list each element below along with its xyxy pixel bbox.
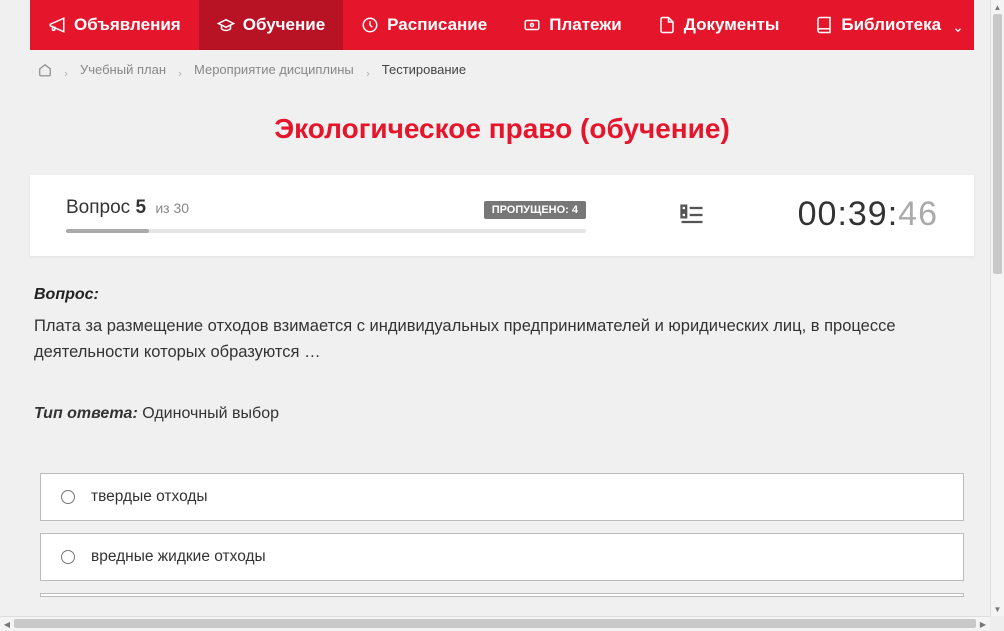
scroll-thumb[interactable] (14, 619, 976, 628)
scroll-down-arrow[interactable]: ▼ (991, 602, 1004, 616)
chevron-down-icon (953, 20, 963, 30)
nav-announcements[interactable]: Объявления (30, 0, 199, 50)
option-radio[interactable] (61, 490, 75, 504)
scroll-thumb[interactable] (993, 14, 1002, 274)
question-text: Плата за размещение отходов взимается с … (34, 314, 970, 365)
vertical-scrollbar[interactable]: ▲ ▼ (990, 0, 1004, 616)
scroll-up-arrow[interactable]: ▲ (991, 0, 1004, 14)
nav-label: Обучение (243, 15, 325, 35)
nav-label: Документы (684, 15, 780, 35)
question-counter: Вопрос 5 из 30 (66, 197, 189, 219)
option-text: вредные жидкие отходы (91, 548, 266, 566)
nav-payments[interactable]: Платежи (505, 0, 640, 50)
megaphone-icon (48, 16, 66, 34)
question-list-icon[interactable] (678, 201, 706, 229)
document-icon (658, 16, 676, 34)
main-nav: Объявления Обучение Расписание Платежи Д… (30, 0, 974, 50)
options-list: твердые отходы вредные жидкие отходы (34, 473, 970, 597)
question-label: Вопрос: (34, 286, 970, 304)
scroll-corner (990, 616, 1004, 630)
book-icon (815, 16, 833, 34)
breadcrumb: Учебный план Мероприятие дисциплины Тест… (30, 50, 974, 89)
option-item[interactable]: вредные жидкие отходы (40, 533, 964, 581)
scroll-left-arrow[interactable]: ◀ (0, 617, 14, 631)
progress-fill (66, 229, 149, 233)
clock-icon (361, 16, 379, 34)
page-title: Экологическое право (обучение) (30, 113, 974, 145)
option-radio[interactable] (61, 550, 75, 564)
skipped-badge: ПРОПУЩЕНО: 4 (484, 201, 586, 219)
nav-library[interactable]: Библиотека (797, 0, 981, 50)
option-text: твердые отходы (91, 488, 208, 506)
question-content: Вопрос: Плата за размещение отходов взим… (30, 256, 974, 607)
timer: 00:39:46 (798, 195, 938, 234)
answer-type: Тип ответа: Одиночный выбор (34, 405, 970, 423)
nav-label: Платежи (549, 15, 622, 35)
progress-block: Вопрос 5 из 30 ПРОПУЩЕНО: 4 (66, 197, 586, 233)
horizontal-scrollbar[interactable]: ◀ ▶ (0, 616, 1004, 630)
nav-learning[interactable]: Обучение (199, 0, 343, 50)
nav-label: Библиотека (841, 15, 941, 35)
nav-documents[interactable]: Документы (640, 0, 798, 50)
option-item-partial (40, 593, 964, 597)
option-item[interactable]: твердые отходы (40, 473, 964, 521)
chevron-right-icon (364, 66, 372, 74)
breadcrumb-current: Тестирование (382, 62, 466, 77)
home-icon[interactable] (38, 63, 52, 77)
graduation-icon (217, 16, 235, 34)
chevron-right-icon (176, 66, 184, 74)
nav-schedule[interactable]: Расписание (343, 0, 505, 50)
payment-icon (523, 16, 541, 34)
chevron-right-icon (62, 66, 70, 74)
scroll-right-arrow[interactable]: ▶ (976, 617, 990, 631)
nav-label: Объявления (74, 15, 181, 35)
breadcrumb-link[interactable]: Мероприятие дисциплины (194, 62, 354, 77)
nav-label: Расписание (387, 15, 487, 35)
progress-bar (66, 229, 586, 233)
quiz-status-card: Вопрос 5 из 30 ПРОПУЩЕНО: 4 00:39:46 (30, 175, 974, 256)
breadcrumb-link[interactable]: Учебный план (80, 62, 166, 77)
